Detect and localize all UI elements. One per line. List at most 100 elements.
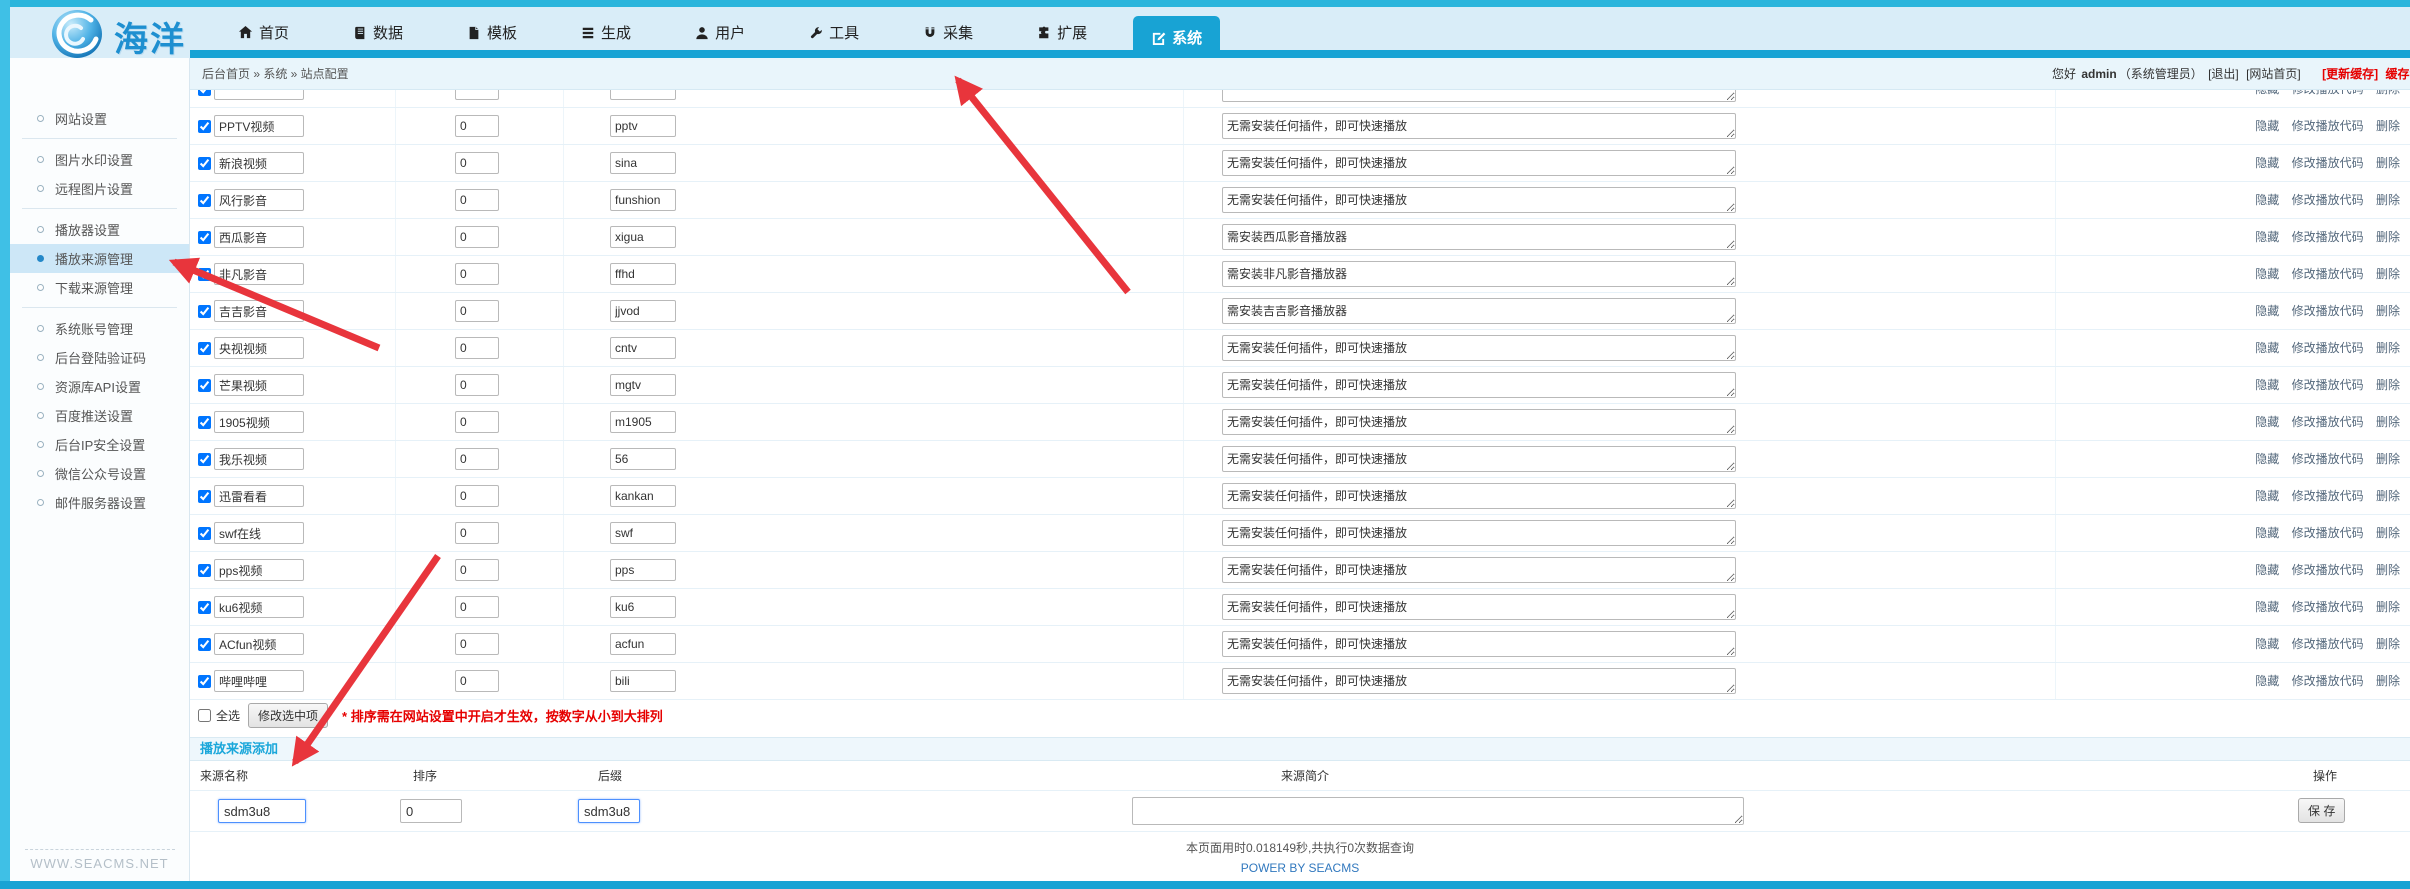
- row-checkbox[interactable]: [198, 120, 211, 133]
- edit-play-code-link[interactable]: 修改播放代码: [2292, 119, 2364, 133]
- sidebar-item-image-watermark[interactable]: 图片水印设置: [10, 145, 189, 174]
- suffix-input[interactable]: [610, 337, 676, 359]
- select-all-checkbox[interactable]: [198, 709, 211, 722]
- hide-link[interactable]: 隐藏: [2255, 563, 2279, 577]
- hide-link[interactable]: 隐藏: [2255, 267, 2279, 281]
- suffix-input[interactable]: [610, 633, 676, 655]
- sidebar-item-resource-api[interactable]: 资源库API设置: [10, 372, 189, 401]
- suffix-input[interactable]: [610, 374, 676, 396]
- source-desc-textarea[interactable]: [1222, 187, 1736, 213]
- nav-item-extend[interactable]: 扩展: [1019, 15, 1105, 51]
- sort-input[interactable]: [455, 263, 499, 285]
- edit-play-code-link[interactable]: 修改播放代码: [2292, 156, 2364, 170]
- delete-link[interactable]: 删除: [2376, 637, 2400, 651]
- source-name-input[interactable]: [214, 226, 304, 248]
- hide-link[interactable]: 隐藏: [2255, 193, 2279, 207]
- new-source-sort-input[interactable]: [400, 799, 462, 823]
- suffix-input[interactable]: [610, 485, 676, 507]
- edit-play-code-link[interactable]: 修改播放代码: [2292, 230, 2364, 244]
- logo[interactable]: 海洋: [50, 9, 186, 64]
- delete-link[interactable]: 删除: [2376, 267, 2400, 281]
- save-button[interactable]: 保 存: [2298, 798, 2345, 823]
- source-desc-textarea[interactable]: [1222, 557, 1736, 583]
- row-checkbox[interactable]: [198, 305, 211, 318]
- edit-play-code-link[interactable]: 修改播放代码: [2292, 637, 2364, 651]
- update-cache-link[interactable]: [更新缓存]: [2322, 67, 2378, 81]
- nav-item-data[interactable]: 数据: [335, 15, 421, 51]
- sort-input[interactable]: [455, 448, 499, 470]
- delete-link[interactable]: 删除: [2376, 415, 2400, 429]
- sort-input[interactable]: [455, 90, 499, 100]
- sidebar-item-play-source-manage[interactable]: 播放来源管理: [10, 244, 189, 273]
- hide-link[interactable]: 隐藏: [2255, 526, 2279, 540]
- sort-input[interactable]: [455, 337, 499, 359]
- edit-play-code-link[interactable]: 修改播放代码: [2292, 415, 2364, 429]
- sidebar-item-admin-ip-security[interactable]: 后台IP安全设置: [10, 430, 189, 459]
- sort-input[interactable]: [455, 522, 499, 544]
- hide-link[interactable]: 隐藏: [2255, 600, 2279, 614]
- row-checkbox[interactable]: [198, 268, 211, 281]
- sort-input[interactable]: [455, 152, 499, 174]
- source-name-input[interactable]: [214, 448, 304, 470]
- add-section-title[interactable]: 播放来源添加: [200, 741, 278, 756]
- row-checkbox[interactable]: [198, 416, 211, 429]
- nav-item-generate[interactable]: 生成: [563, 15, 649, 51]
- suffix-input[interactable]: [610, 448, 676, 470]
- sidebar-item-mail-server[interactable]: 邮件服务器设置: [10, 488, 189, 517]
- sort-input[interactable]: [455, 115, 499, 137]
- source-desc-textarea[interactable]: [1222, 483, 1736, 509]
- sidebar-item-wechat-official[interactable]: 微信公众号设置: [10, 459, 189, 488]
- delete-link[interactable]: 删除: [2376, 378, 2400, 392]
- source-name-input[interactable]: [214, 633, 304, 655]
- sort-input[interactable]: [455, 374, 499, 396]
- source-desc-textarea[interactable]: [1222, 298, 1736, 324]
- modify-selected-button[interactable]: 修改选中项: [248, 703, 328, 728]
- hide-link[interactable]: 隐藏: [2255, 452, 2279, 466]
- source-desc-textarea[interactable]: [1222, 335, 1736, 361]
- cache-clear-link[interactable]: 缓存清理: [2385, 67, 2410, 81]
- suffix-input[interactable]: [610, 152, 676, 174]
- row-checkbox[interactable]: [198, 527, 211, 540]
- sort-input[interactable]: [455, 633, 499, 655]
- new-source-desc-textarea[interactable]: [1132, 797, 1744, 825]
- suffix-input[interactable]: [610, 90, 676, 100]
- source-desc-textarea[interactable]: [1222, 631, 1736, 657]
- source-name-input[interactable]: [214, 300, 304, 322]
- hide-link[interactable]: 隐藏: [2255, 119, 2279, 133]
- hide-link[interactable]: 隐藏: [2255, 156, 2279, 170]
- sidebar-item-admin-login-captcha[interactable]: 后台登陆验证码: [10, 343, 189, 372]
- row-checkbox[interactable]: [198, 675, 211, 688]
- logout-link[interactable]: [退出]: [2208, 67, 2239, 81]
- source-name-input[interactable]: [214, 374, 304, 396]
- sort-input[interactable]: [455, 411, 499, 433]
- delete-link[interactable]: 删除: [2376, 489, 2400, 503]
- source-name-input[interactable]: [214, 670, 304, 692]
- sort-input[interactable]: [455, 300, 499, 322]
- hide-link[interactable]: 隐藏: [2255, 415, 2279, 429]
- edit-play-code-link[interactable]: 修改播放代码: [2292, 341, 2364, 355]
- delete-link[interactable]: 删除: [2376, 230, 2400, 244]
- edit-play-code-link[interactable]: 修改播放代码: [2292, 526, 2364, 540]
- hide-link[interactable]: 隐藏: [2255, 637, 2279, 651]
- suffix-input[interactable]: [610, 522, 676, 544]
- hide-link[interactable]: 隐藏: [2255, 378, 2279, 392]
- source-name-input[interactable]: [214, 596, 304, 618]
- suffix-input[interactable]: [610, 115, 676, 137]
- sidebar-item-remote-image[interactable]: 远程图片设置: [10, 174, 189, 203]
- delete-link[interactable]: 删除: [2376, 563, 2400, 577]
- hide-link[interactable]: 隐藏: [2255, 304, 2279, 318]
- source-name-input[interactable]: [214, 559, 304, 581]
- sidebar-item-download-source-manage[interactable]: 下载来源管理: [10, 273, 189, 302]
- delete-link[interactable]: 删除: [2376, 156, 2400, 170]
- row-checkbox[interactable]: [198, 490, 211, 503]
- nav-item-user[interactable]: 用户: [677, 15, 763, 51]
- row-checkbox[interactable]: [198, 564, 211, 577]
- sort-input[interactable]: [455, 596, 499, 618]
- source-name-input[interactable]: [214, 263, 304, 285]
- delete-link[interactable]: 删除: [2376, 119, 2400, 133]
- hide-link[interactable]: 隐藏: [2255, 674, 2279, 688]
- source-desc-textarea[interactable]: [1222, 446, 1736, 472]
- source-name-input[interactable]: [214, 90, 304, 100]
- source-name-input[interactable]: [214, 115, 304, 137]
- row-checkbox[interactable]: [198, 379, 211, 392]
